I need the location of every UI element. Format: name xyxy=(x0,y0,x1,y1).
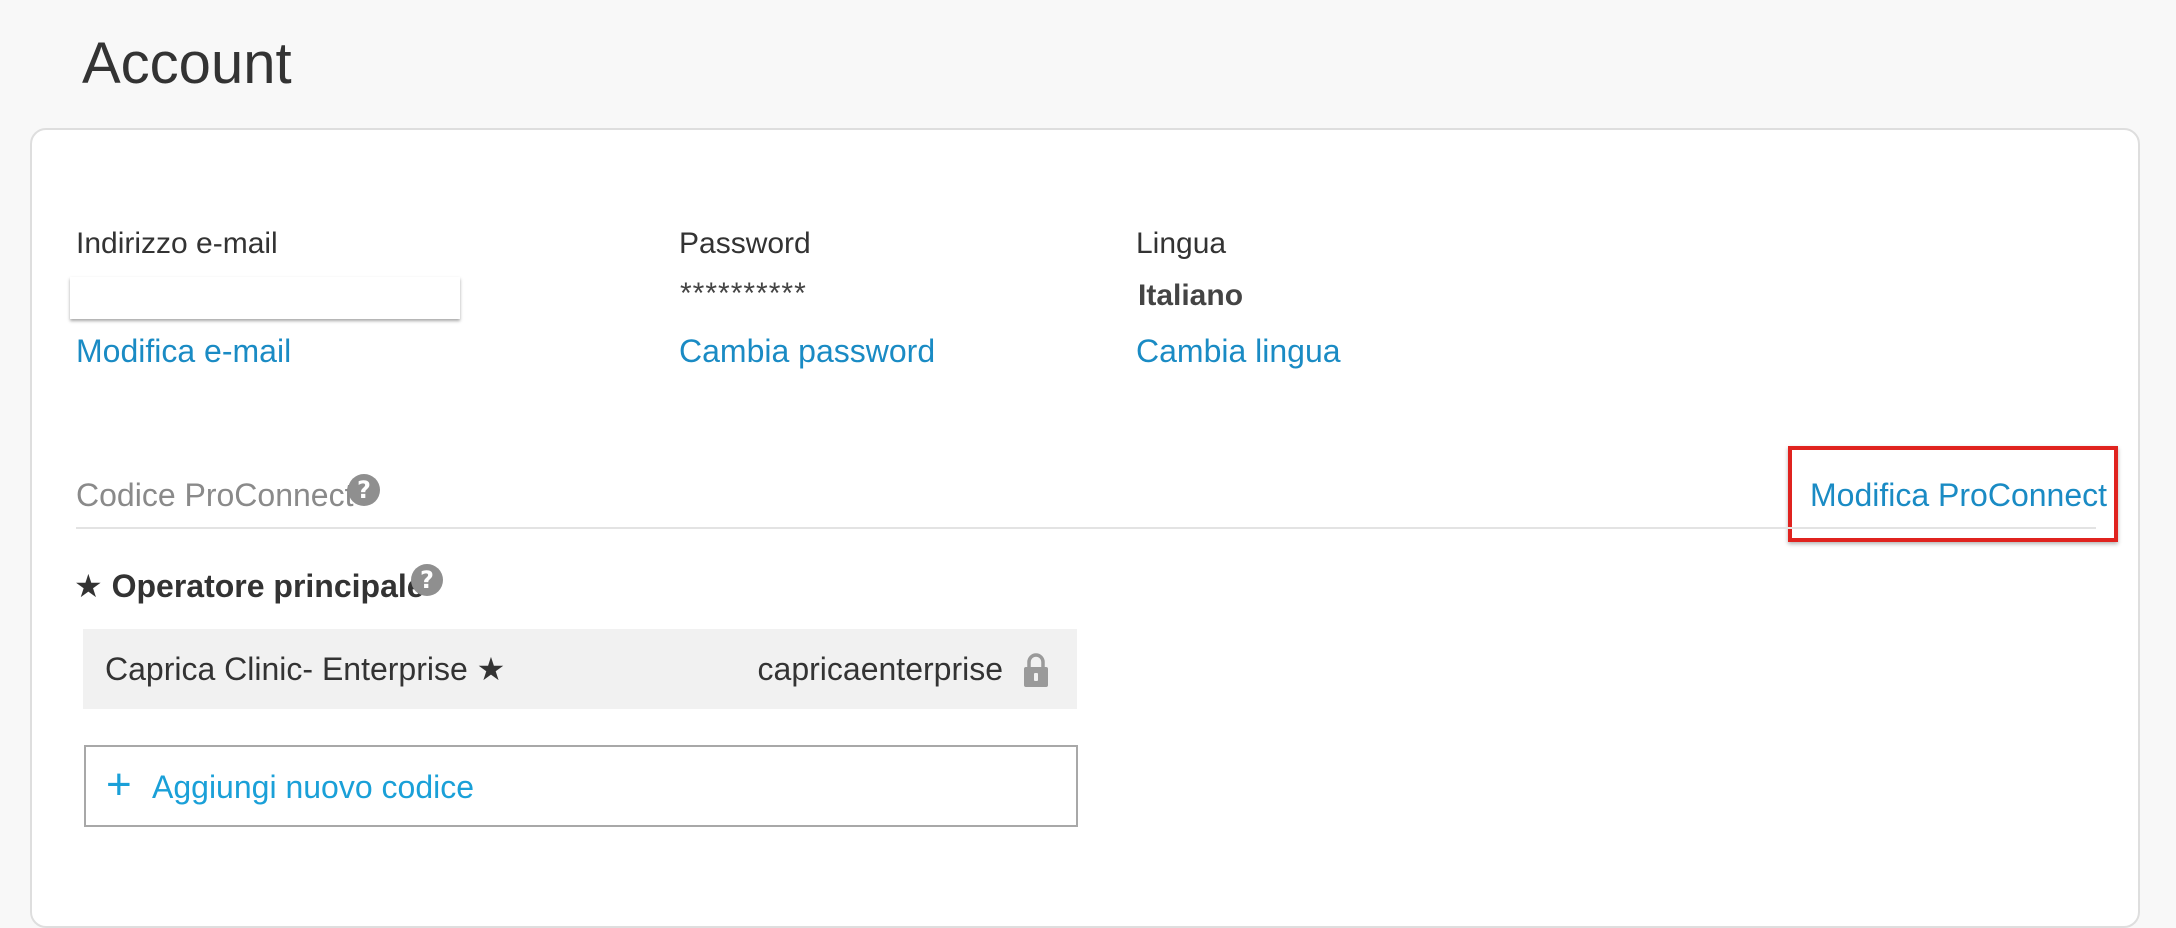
email-label: Indirizzo e-mail xyxy=(76,227,278,260)
question-circle-icon[interactable]: ? xyxy=(348,474,380,506)
proconnect-section-label: Codice ProConnect xyxy=(76,477,354,513)
page-title: Account xyxy=(82,31,292,96)
password-label: Password xyxy=(679,227,811,260)
plus-icon: + xyxy=(106,760,132,809)
password-value: ********** xyxy=(680,277,807,310)
question-circle-icon[interactable]: ? xyxy=(411,564,443,596)
language-value: Italiano xyxy=(1138,279,1244,312)
primary-operator-heading: ★ Operatore principale xyxy=(74,568,425,604)
section-divider xyxy=(76,527,2096,529)
edit-proconnect-link[interactable]: Modifica ProConnect xyxy=(1810,475,2107,515)
lock-icon xyxy=(1024,653,1048,687)
change-password-link[interactable]: Cambia password xyxy=(679,331,935,371)
change-language-link[interactable]: Cambia lingua xyxy=(1136,331,1341,371)
proconnect-code-row: Caprica Clinic- Enterprise ★ capricaente… xyxy=(83,629,1077,709)
edit-email-link[interactable]: Modifica e-mail xyxy=(76,331,291,371)
language-label: Lingua xyxy=(1136,227,1227,260)
clinic-name: Caprica Clinic- Enterprise ★ xyxy=(105,651,506,687)
email-value-field xyxy=(70,277,460,319)
add-new-code-label: Aggiungi nuovo codice xyxy=(152,769,475,805)
proconnect-code: capricaenterprise xyxy=(757,651,1003,687)
add-new-code-button[interactable]: + Aggiungi nuovo codice xyxy=(84,745,1078,827)
